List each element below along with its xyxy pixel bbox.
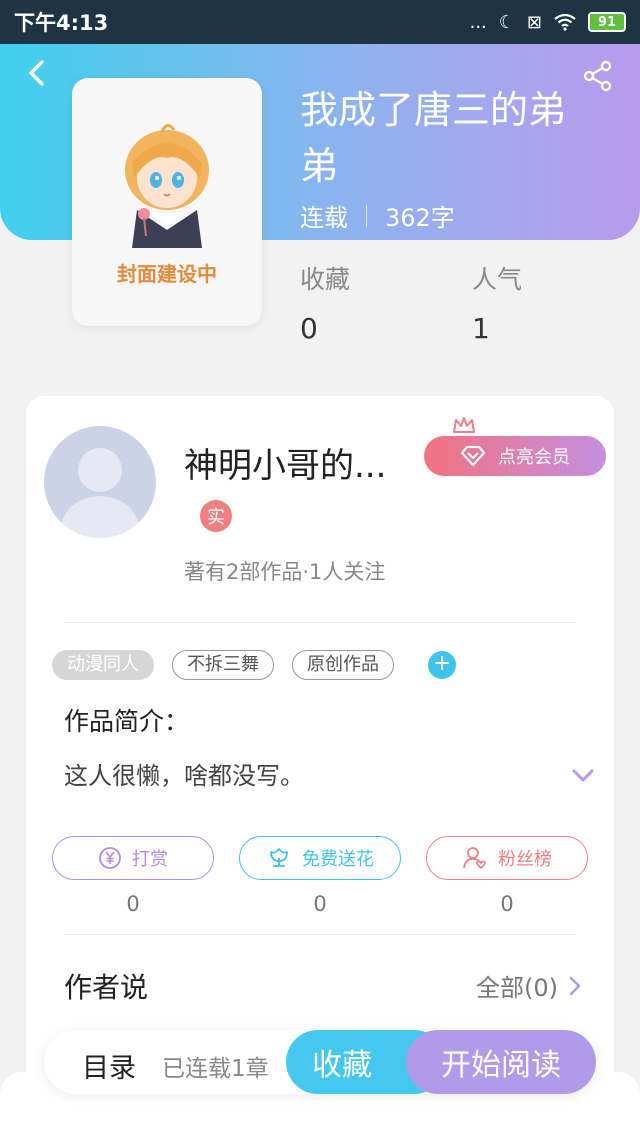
diamond-icon: [460, 445, 486, 467]
author-name[interactable]: 神明小哥的...: [184, 438, 386, 487]
flower-icon: [270, 848, 288, 867]
cover-placeholder-text: 封面建设中: [117, 261, 217, 286]
wifi-icon: [554, 13, 576, 31]
battery-icon: 91: [588, 12, 626, 32]
author-works-info: 著有2部作品·1人关注: [184, 560, 386, 584]
share-button[interactable]: [582, 60, 614, 92]
chevron-left-icon: [29, 60, 44, 86]
divider: [64, 622, 576, 623]
status-icons: ... ☾ ⊠ 91: [470, 12, 626, 33]
flower-count: 0: [313, 892, 327, 916]
moon-icon: ☾: [498, 11, 515, 33]
author-avatar[interactable]: [44, 426, 156, 538]
start-reading-button[interactable]: 开始阅读: [406, 1030, 596, 1094]
tip-count: 0: [126, 892, 140, 916]
author-says-all-link[interactable]: 全部(0): [476, 968, 582, 1003]
stat-popularity: 人气 1: [472, 260, 522, 345]
stat-favorites: 收藏 0: [300, 260, 350, 345]
free-flower-button[interactable]: 免费送花: [239, 836, 401, 880]
stat-label: 人气: [472, 265, 523, 294]
verified-badge: 实: [200, 500, 232, 532]
status-bar: 下午4:13 ... ☾ ⊠ 91: [0, 0, 640, 44]
yen-coin-icon: [99, 847, 121, 869]
stat-label: 收藏: [300, 265, 351, 294]
crown-icon: [453, 417, 475, 433]
tip-button[interactable]: 打赏: [52, 836, 214, 880]
collect-label: 收藏: [312, 1048, 372, 1083]
book-meta: 连载 362字: [300, 198, 455, 233]
chapters-info: 已连载1章: [162, 1056, 269, 1082]
tip-label: 打赏: [132, 849, 168, 870]
all-label: 全部(0): [476, 974, 558, 1002]
status-time: 下午4:13: [14, 11, 109, 35]
cover-character-illustration: [125, 123, 209, 248]
default-avatar-icon: [58, 448, 142, 538]
book-cover[interactable]: 封面建设中: [72, 78, 262, 326]
intro-text: 这人很懒，啥都没写。: [64, 762, 304, 790]
stat-value: 0: [300, 312, 318, 345]
fan-list-button[interactable]: 粉丝榜: [426, 836, 588, 880]
add-tag-icon[interactable]: +: [428, 651, 456, 679]
chevron-down-icon[interactable]: [570, 766, 596, 786]
share-icon: [583, 60, 612, 92]
vip-button[interactable]: 点亮会员: [424, 436, 606, 476]
chevron-right-icon: [569, 976, 581, 995]
back-button[interactable]: [22, 58, 52, 88]
vip-label: 点亮会员: [498, 447, 570, 468]
free-flower-label: 免费送花: [302, 849, 374, 870]
book-title: 我成了唐三的弟弟: [300, 88, 567, 188]
book-status: 连载: [300, 204, 348, 232]
fan-count: 0: [500, 892, 514, 916]
toc-button[interactable]: 目录: [82, 1046, 136, 1085]
author-says-title: 作者说: [64, 971, 149, 1004]
tag-list: 动漫同人 不拆三舞 原创作品 +: [52, 650, 456, 680]
start-reading-label: 开始阅读: [441, 1048, 561, 1083]
tag-item[interactable]: 动漫同人: [52, 650, 154, 680]
tag-item[interactable]: 原创作品: [292, 650, 394, 680]
sim-off-icon: ⊠: [526, 11, 542, 33]
fan-list-label: 粉丝榜: [498, 849, 552, 870]
word-count: 362字: [385, 204, 455, 232]
tag-item[interactable]: 不拆三舞: [172, 650, 274, 680]
more-dots-icon: ...: [469, 11, 487, 33]
intro-label: 作品简介：: [64, 707, 190, 736]
fan-list-icon: [463, 847, 486, 870]
meta-divider: [366, 204, 367, 227]
stat-value: 1: [472, 312, 490, 345]
divider: [64, 934, 576, 935]
